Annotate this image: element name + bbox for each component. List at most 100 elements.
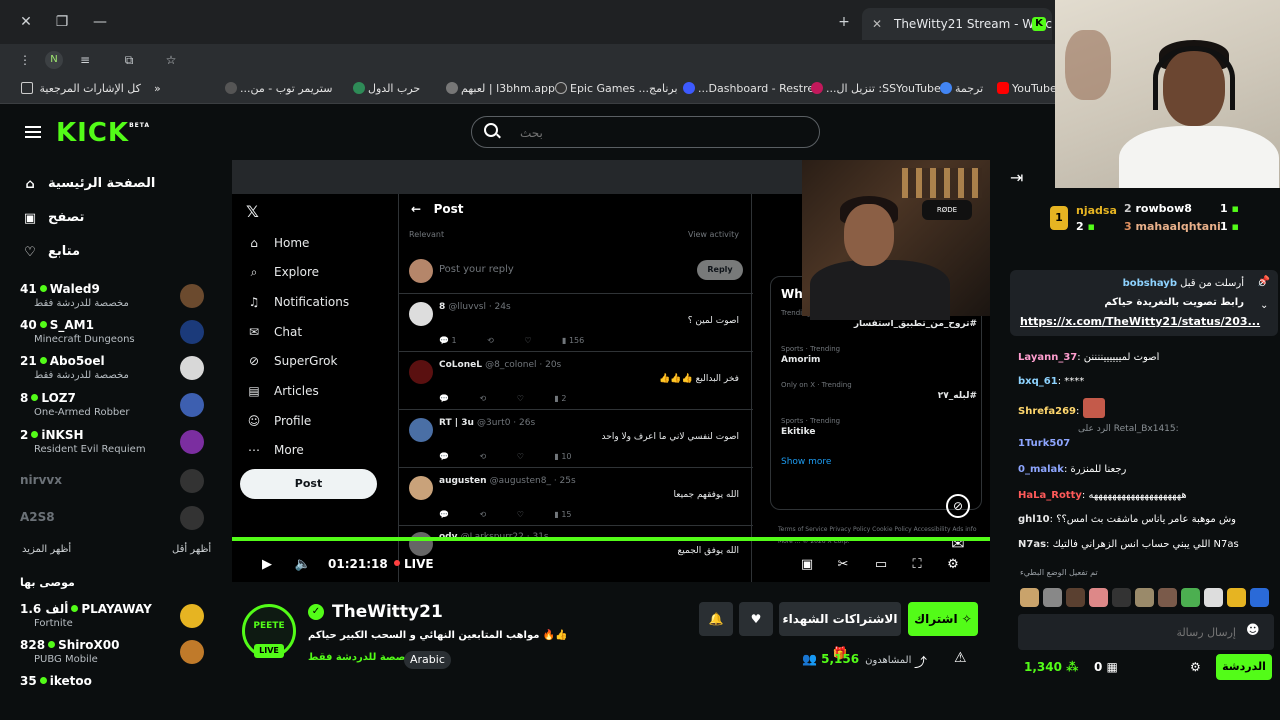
store-count[interactable]: 0 ▦: [1094, 660, 1118, 674]
channel-item-nirvvx[interactable]: nirvvx: [20, 469, 210, 509]
minimize-window-icon[interactable]: —: [90, 12, 110, 32]
subscribe-button[interactable]: اشتراك ✧: [908, 602, 978, 636]
play-icon[interactable]: ▶: [258, 556, 276, 574]
emote[interactable]: [1043, 588, 1062, 607]
unpin-icon[interactable]: ⊘: [1258, 278, 1266, 289]
channel-item-a2s8[interactable]: A2S8: [20, 506, 210, 546]
search-input[interactable]: [520, 123, 790, 143]
bookmark-translate[interactable]: ترجمة: [937, 82, 983, 95]
viewer-count: 👥 5,156 المشاهدون: [802, 652, 912, 666]
emote[interactable]: [1135, 588, 1154, 607]
avatar: [180, 506, 204, 530]
show-more-link[interactable]: أظهر المزيد: [22, 544, 71, 555]
report-icon[interactable]: ⚠: [954, 650, 967, 666]
menu-dots-icon[interactable]: ⋮: [16, 51, 34, 69]
chat-send-button[interactable]: الدردشة: [1216, 654, 1272, 680]
collapse-chat-icon[interactable]: ⇥: [1010, 168, 1023, 187]
channel-item-waled9[interactable]: 41 Waled9 مخصصة للدردشة فقط: [20, 282, 210, 318]
bookmark-ssyoutube[interactable]: SSYouTube: تنزيل ال...: [808, 82, 941, 95]
nav-home[interactable]: ⌂ الصفحة الرئيسية: [20, 174, 210, 198]
media-queue-icon[interactable]: ≡: [76, 51, 94, 69]
gifter-name[interactable]: rowbow8: [1136, 202, 1192, 215]
channel-item-shirox00[interactable]: 828 ShiroX00 PUBG Mobile: [20, 638, 210, 674]
gifter-name[interactable]: njadsa: [1076, 204, 1117, 217]
top-gifters: 1 njadsa 2 ▪ 2 rowbow8 1 ▪ 3 mahaalqhtan…: [1006, 196, 1280, 244]
live-dot: [48, 641, 56, 648]
kick-favicon-icon: K: [1032, 17, 1046, 31]
channel-name[interactable]: TheWitty21: [332, 602, 443, 622]
language-tag[interactable]: Arabic: [404, 651, 451, 669]
channel-item-loz7[interactable]: 8 LOZ7 One-Armed Robber: [20, 391, 210, 427]
emoji-icon[interactable]: ☻: [1246, 623, 1260, 638]
users-icon: 👥: [802, 652, 817, 666]
chat-settings-icon[interactable]: ⚙: [1190, 660, 1201, 674]
restore-window-icon[interactable]: ❐: [52, 12, 72, 32]
emote[interactable]: [1204, 588, 1223, 607]
pinned-link[interactable]: https://x.com/TheWitty21/status/203...: [1020, 315, 1260, 328]
stream-category[interactable]: مخصصة للدردشة فقط: [308, 652, 419, 663]
bookmark-youtube[interactable]: YouTube: [994, 82, 1057, 95]
show-less-link[interactable]: أظهر أقل: [172, 544, 211, 555]
emote[interactable]: [1066, 588, 1085, 607]
share-icon[interactable]: ⤴: [914, 652, 927, 671]
clip-icon[interactable]: ✂: [834, 556, 852, 574]
bookmark-restream[interactable]: Dashboard - Restre...: [680, 82, 814, 95]
x-feed: ← Post Relevant View activity Post your …: [398, 194, 753, 582]
emote[interactable]: [1158, 588, 1177, 607]
follow-button[interactable]: ♥: [739, 602, 773, 636]
live-dot: [71, 605, 79, 612]
avatar: [409, 259, 433, 283]
channel-item-inksh[interactable]: 2 iNKSH Resident Evil Requiem: [20, 428, 210, 464]
bookmark-l3bhm[interactable]: l3bhm.app | لعبهم: [443, 82, 555, 95]
miniplayer-icon[interactable]: ▣: [798, 556, 816, 574]
channel-info: PEETE LIVE ✓ TheWitty21 👍🔥 مواهب المتابع…: [232, 596, 990, 696]
channel-item-iketoo[interactable]: 35 iketoo: [20, 674, 210, 710]
close-tab-icon[interactable]: ✕: [872, 8, 886, 40]
nav-browse[interactable]: ▣ تصفح: [20, 208, 210, 232]
profile-avatar[interactable]: N: [45, 51, 63, 69]
emote[interactable]: [1250, 588, 1269, 607]
x-sidebar: 𝕏 ⌂ Home ⌕ Explore ♫ Notifications ✉ Chat ⊘ S…: [232, 194, 397, 582]
chevron-down-icon[interactable]: ⌄: [1260, 300, 1268, 311]
chat-input-box[interactable]: ☻: [1018, 614, 1274, 650]
avatar: [180, 284, 204, 308]
channel-item-abo5oel[interactable]: 21 Abo5oel مخصصة للدردشة فقط: [20, 354, 210, 390]
emote[interactable]: [1020, 588, 1039, 607]
video-player[interactable]: 𝕏 ⌂ Home ⌕ Explore ♫ Notifications ✉ Chat ⊘ S…: [232, 160, 990, 582]
emote[interactable]: [1181, 588, 1200, 607]
microphone: RØDE: [922, 200, 972, 220]
theater-mode-icon[interactable]: ▭: [872, 556, 890, 574]
player-controls: ▶ 🔈 01:21:18 LIVE ▣ ✂ ▭ ⛶ ⚙: [232, 548, 990, 582]
bookmark-epic[interactable]: برنامج... Epic Games: [552, 82, 678, 95]
emote[interactable]: [1227, 588, 1246, 607]
search-icon[interactable]: [484, 123, 498, 137]
kick-logo[interactable]: KICKBETA: [56, 118, 150, 148]
search-box[interactable]: [471, 116, 820, 148]
bookmark-war[interactable]: حرب الدول: [350, 82, 420, 95]
browser-tab[interactable]: ✕ TheWitty21 Stream - Watch Live K: [862, 8, 1052, 40]
progress-bar[interactable]: [232, 537, 990, 541]
chevron-more-icon[interactable]: «: [154, 82, 161, 95]
bookmark-star-icon[interactable]: ☆: [162, 51, 180, 69]
gifter-name[interactable]: mahaalqhtani: [1136, 220, 1221, 233]
gift-subs-button[interactable]: الاشتراكات الشهداء 🎁: [779, 602, 901, 660]
bookmark-streamertop[interactable]: ستريمر توب - من...: [222, 82, 332, 95]
volume-icon[interactable]: 🔈: [294, 556, 312, 574]
bookmark-all[interactable]: كل الإشارات المرجعية: [18, 82, 141, 95]
close-window-icon[interactable]: ✕: [16, 12, 36, 32]
live-indicator[interactable]: LIVE: [394, 557, 434, 571]
settings-icon[interactable]: ⚙: [944, 556, 962, 574]
fullscreen-icon[interactable]: ⛶: [908, 556, 926, 574]
channel-item-playaway[interactable]: 1.6 ألف PLAYAWAY Fortnite: [20, 602, 210, 638]
chat-input[interactable]: [1026, 622, 1236, 642]
new-tab-icon[interactable]: +: [834, 12, 854, 32]
notifications-bell-button[interactable]: 🔔: [699, 602, 733, 636]
channel-points[interactable]: 1,340 ⁂: [1024, 660, 1078, 674]
channel-item-s-am1[interactable]: 40 S_AM1 Minecraft Dungeons: [20, 318, 210, 354]
emote[interactable]: [1089, 588, 1108, 607]
extensions-icon[interactable]: ⧉: [120, 51, 138, 69]
hamburger-menu-icon[interactable]: [25, 126, 41, 138]
emote[interactable]: [1112, 588, 1131, 607]
nav-following[interactable]: ♡ متابع: [20, 242, 210, 266]
pinned-message[interactable]: 📌 أرسلت من قبل bobshayb رابط تصويت بالتغ…: [1010, 270, 1278, 336]
